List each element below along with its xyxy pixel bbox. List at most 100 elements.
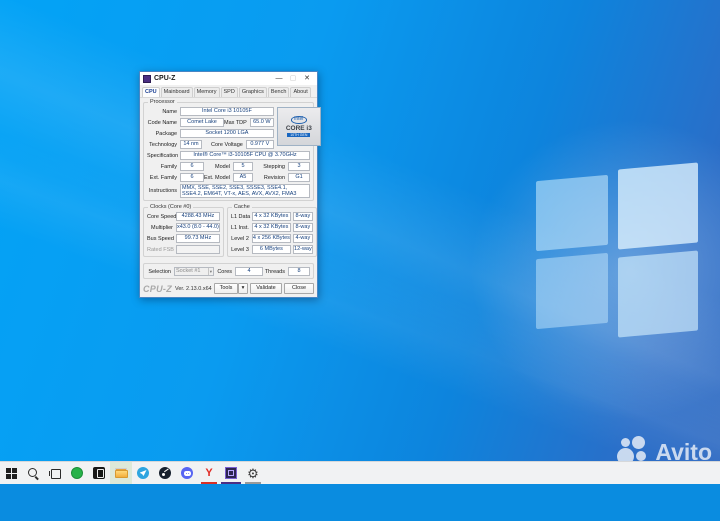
family-value: 6 xyxy=(180,162,204,171)
ext-family-value: 6 xyxy=(180,173,204,182)
tab-memory[interactable]: Memory xyxy=(193,87,220,97)
intel-core-line: CORE i3 xyxy=(285,124,312,132)
ext-model-value: A5 xyxy=(233,173,253,182)
cores-label: Cores xyxy=(217,268,232,275)
processor-group-label: Processor xyxy=(148,99,177,105)
cpu-name-value: Intel Core i3 10105F xyxy=(180,107,274,116)
model-value: 5 xyxy=(233,162,253,171)
level3-ways: 12-way xyxy=(292,245,313,254)
tab-cpu[interactable]: CPU xyxy=(142,87,160,97)
cores-value: 4 xyxy=(235,267,263,276)
l1-data-ways: 8-way xyxy=(292,212,313,221)
stepping-value: 3 xyxy=(288,162,310,171)
package-value: Socket 1200 LGA xyxy=(180,129,274,138)
model-label: Model xyxy=(215,163,230,170)
tab-about[interactable]: About xyxy=(290,87,311,97)
taskbar-search[interactable] xyxy=(22,462,44,484)
minimize-button[interactable]: — xyxy=(272,72,286,85)
steam-icon xyxy=(159,467,171,479)
code-name-label: Code Name xyxy=(147,119,177,126)
level2-value: 4 x 256 KBytes xyxy=(251,234,291,243)
bus-speed-value: 99.73 MHz xyxy=(176,234,220,243)
multiplier-value: x43.0 (8.0 - 44.0) xyxy=(176,223,220,232)
search-icon xyxy=(27,467,39,480)
intel-core-i3-logo: intel CORE i3 10TH GEN xyxy=(276,107,321,146)
multiplier-label: Multiplier xyxy=(150,224,173,231)
rated-fsb-label: Rated FSB xyxy=(147,246,174,253)
stepping-label: Stepping xyxy=(263,163,285,170)
gear-icon: ⚙ xyxy=(247,465,259,481)
cpuz-app-icon xyxy=(143,74,151,83)
telegram-icon xyxy=(137,467,149,479)
taskbar-cpuz[interactable] xyxy=(220,462,242,484)
clocks-groupbox: Clocks (Core #0) Core Speed 4288.43 MHz … xyxy=(143,204,224,257)
task-view-button[interactable] xyxy=(44,462,66,484)
maximize-button: ▢ xyxy=(289,75,297,82)
threads-label: Threads xyxy=(264,268,285,275)
tab-graphics[interactable]: Graphics xyxy=(238,87,267,97)
file-explorer-icon xyxy=(114,468,128,478)
tools-button[interactable]: Tools xyxy=(214,283,238,294)
specification-label: Specification xyxy=(147,152,179,159)
cpuz-titlebar[interactable]: CPU-Z — ▢ ✕ xyxy=(140,72,317,85)
taskbar-steam[interactable] xyxy=(154,462,176,484)
chevron-down-icon: ▾ xyxy=(207,268,212,275)
windows-logo-pane xyxy=(618,250,698,338)
yandex-browser-icon: Y xyxy=(205,466,213,479)
green-app-icon xyxy=(71,467,83,479)
l1-data-value: 4 x 32 KBytes xyxy=(251,212,291,221)
socket-selection-dropdown[interactable]: Socket #1 ▾ xyxy=(174,267,214,276)
cache-group-label: Cache xyxy=(231,204,252,210)
selection-groupbox: Selection Socket #1 ▾ Cores 4 Threads 8 xyxy=(143,263,314,279)
rated-fsb-value xyxy=(176,245,220,254)
taskbar-green-app[interactable] xyxy=(66,462,88,484)
level3-value: 6 MBytes xyxy=(251,245,291,254)
l1-inst-value: 4 x 32 KBytes xyxy=(251,223,291,232)
revision-value: G1 xyxy=(288,173,310,182)
cpuz-tabbar: CPU Mainboard Memory SPD Graphics Bench … xyxy=(140,85,317,98)
windows-logo-wallpaper xyxy=(536,162,700,338)
socket-selection-value: Socket #1 xyxy=(176,268,201,274)
windows-start-icon xyxy=(5,467,17,479)
taskbar-discord[interactable] xyxy=(176,462,198,484)
cpuz-footer: CPU-Z Ver. 2.13.0.x64 Tools ▾ Validate C… xyxy=(140,281,317,297)
tab-bench[interactable]: Bench xyxy=(267,87,290,97)
taskbar-settings[interactable]: ⚙ xyxy=(242,462,264,484)
instructions-label: Instructions xyxy=(148,188,177,194)
tools-dropdown-arrow[interactable]: ▾ xyxy=(238,283,248,294)
clocks-group-label: Clocks (Core #0) xyxy=(148,204,194,210)
taskbar-yandex-browser[interactable]: Y xyxy=(198,462,220,484)
cache-groupbox: Cache L1 Data 4 x 32 KBytes 8-way L1 Ins… xyxy=(226,204,317,257)
revision-label: Revision xyxy=(263,174,285,181)
taskbar-file-explorer[interactable] xyxy=(110,462,132,484)
taskbar-dark-app[interactable] xyxy=(88,462,110,484)
close-icon[interactable]: ✕ xyxy=(300,72,314,85)
level2-ways: 4-way xyxy=(292,234,313,243)
tab-spd[interactable]: SPD xyxy=(220,87,238,97)
ext-model-label: Ext. Model xyxy=(204,174,230,181)
cpuz-brand-logo: CPU-Z xyxy=(143,283,172,294)
level3-label: Level 3 xyxy=(231,246,249,253)
tab-mainboard[interactable]: Mainboard xyxy=(160,87,193,97)
intel-brand: intel xyxy=(290,116,307,124)
name-label: Name xyxy=(162,108,177,115)
discord-icon xyxy=(181,467,193,479)
close-button[interactable]: Close xyxy=(284,283,314,294)
core-speed-label: Core Speed xyxy=(147,213,177,220)
l1-inst-label: L1 Inst. xyxy=(230,224,249,231)
version-text: Ver. 2.13.0.x64 xyxy=(175,285,212,292)
taskbar-telegram[interactable] xyxy=(132,462,154,484)
specification-value: Intel® Core™ i3-10105F CPU @ 3.70GHz xyxy=(180,151,310,160)
validate-button[interactable]: Validate xyxy=(250,283,282,294)
window-title: CPU-Z xyxy=(154,75,176,82)
processor-groupbox: Processor Name Intel Core i3 10105F Code… xyxy=(143,99,321,201)
level2-label: Level 2 xyxy=(231,235,249,242)
technology-value: 14 nm xyxy=(180,140,202,149)
start-button[interactable] xyxy=(0,462,22,484)
l1-inst-ways: 8-way xyxy=(292,223,313,232)
package-label: Package xyxy=(155,130,177,137)
core-voltage-label: Core Voltage xyxy=(211,141,243,148)
intel-gen-line: 10TH GEN xyxy=(287,132,311,137)
bus-speed-label: Bus Speed xyxy=(147,235,174,242)
max-tdp-value: 65.0 W xyxy=(249,118,274,127)
